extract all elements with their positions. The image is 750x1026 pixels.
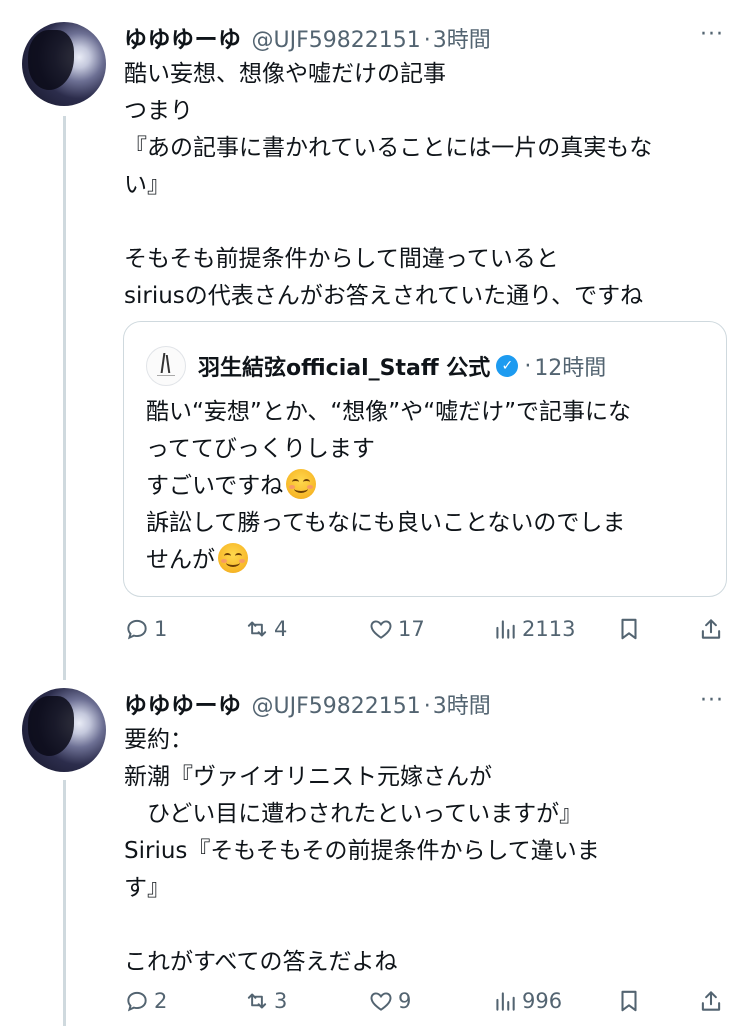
timestamp[interactable]: 3時間 [433, 688, 491, 720]
quoted-display-name: 羽生結弦official_Staff 公式 [198, 356, 491, 381]
share-button[interactable] [698, 616, 728, 642]
timestamp[interactable]: 3時間 [433, 22, 491, 54]
tweet-text-line: そもそも前提条件からして間違っていると [124, 246, 559, 272]
tweet-text: 酷い妄想、想像や嘘だけの記事 つまり 『あの記事に書かれていることには一片の真実… [124, 56, 724, 315]
tweet-text-line: 新潮『ヴァイオリニスト元嫁さんが [124, 764, 492, 790]
tweet-header: ゆゆゆーゆ @UJF59822151 · 3時間 [124, 20, 491, 53]
tweet-text-line: い』 [124, 172, 170, 198]
bookmark-button[interactable] [616, 616, 646, 642]
tweet-text-line: ひどい目に遭わされたといっていますが』 [124, 801, 583, 827]
retweet-count: 4 [274, 617, 288, 641]
bookmark-icon [621, 990, 637, 1012]
view-count: 996 [522, 989, 563, 1013]
views-button[interactable]: 2113 [492, 616, 575, 642]
tweet-text-line: これがすべての答えだよね [124, 949, 398, 975]
more-options-icon[interactable]: ··· [700, 688, 724, 713]
quoted-timestamp: 12時間 [534, 356, 607, 381]
separator-dot: · [423, 694, 431, 719]
tweet[interactable]: ゆゆゆーゆ @UJF59822151 · 3時間 ··· 要約： 新潮『ヴァイオ… [0, 666, 750, 1026]
quoted-tweet-text: 酷い“妄想”とか、“想像”や“嘘だけ”で記事にな っててびっくりします すごいで… [146, 394, 706, 579]
reply-count: 2 [154, 989, 168, 1013]
reply-icon [127, 991, 147, 1012]
quoted-tweet-header: 羽生結弦official_Staff 公式 ✓ · 12時間 [146, 346, 606, 386]
user-handle[interactable]: @UJF59822151 [252, 694, 421, 719]
retweet-icon [247, 993, 267, 1009]
retweet-button[interactable]: 3 [244, 988, 287, 1014]
retweet-icon [247, 621, 267, 637]
smiling-face-emoji-icon [286, 469, 317, 499]
tweet-text-line: 要約： [124, 727, 193, 753]
separator-dot: · [423, 28, 431, 53]
action-bar: 2 3 9 996 [124, 988, 724, 1018]
quoted-text-line: せんが [146, 542, 706, 579]
action-bar: 1 4 17 2113 [124, 616, 724, 646]
quoted-text-line: 訴訟して勝ってもなにも良いことないのでしま [146, 510, 626, 536]
share-button[interactable] [698, 988, 728, 1014]
views-button[interactable]: 996 [492, 988, 562, 1014]
quoted-tweet[interactable]: 羽生結弦official_Staff 公式 ✓ · 12時間 酷い“妄想”とか、… [123, 321, 727, 597]
share-icon [701, 991, 721, 1011]
more-options-icon[interactable]: ··· [700, 22, 724, 47]
tweet[interactable]: ゆゆゆーゆ @UJF59822151 · 3時間 ··· 酷い妄想、想像や嘘だけ… [0, 0, 750, 660]
separator-dot: · [524, 353, 532, 379]
like-button[interactable]: 9 [368, 988, 411, 1014]
heart-icon [370, 992, 392, 1011]
avatar[interactable] [22, 22, 106, 106]
reply-count: 1 [154, 617, 168, 641]
like-button[interactable]: 17 [368, 616, 425, 642]
views-icon [496, 620, 515, 639]
user-handle[interactable]: @UJF59822151 [252, 28, 421, 53]
like-count: 9 [398, 989, 412, 1013]
view-count: 2113 [522, 617, 576, 641]
tweet-text-line: siriusの代表さんがお答えされていた通り、ですね [124, 283, 644, 309]
share-icon [701, 619, 721, 639]
like-count: 17 [398, 617, 425, 641]
reply-button[interactable]: 2 [124, 988, 167, 1014]
tweet-text-line: Sirius『そもそもその前提条件からして違いま [124, 838, 600, 864]
retweet-button[interactable]: 4 [244, 616, 287, 642]
tweet-text: 要約： 新潮『ヴァイオリニスト元嫁さんが ひどい目に遭わされたといっていますが』… [124, 722, 724, 981]
reply-button[interactable]: 1 [124, 616, 167, 642]
quoted-text-span: すごいですね [146, 473, 284, 499]
display-name[interactable]: ゆゆゆーゆ [124, 20, 242, 54]
smiling-face-emoji-icon [218, 543, 248, 573]
tweet-text-line: つまり [124, 98, 193, 124]
heart-icon [370, 620, 392, 639]
tweet-header: ゆゆゆーゆ @UJF59822151 · 3時間 [124, 686, 491, 719]
reply-icon [127, 619, 147, 640]
tweet-text-line: 酷い妄想、想像や嘘だけの記事 [124, 61, 446, 87]
quoted-text-line: っててびっくりします [146, 436, 375, 462]
tweet-text-line [124, 907, 724, 944]
tweet-text-line [124, 204, 724, 241]
bookmark-button[interactable] [616, 988, 646, 1014]
views-icon [496, 992, 515, 1011]
avatar[interactable] [22, 688, 106, 772]
quoted-avatar [146, 346, 186, 386]
quoted-text-span: せんが [146, 547, 215, 573]
verified-badge-icon: ✓ [496, 355, 519, 377]
quoted-text-line: 酷い“妄想”とか、“想像”や“嘘だけ”で記事にな [146, 399, 632, 425]
retweet-count: 3 [274, 989, 288, 1013]
tweet-text-line: す』 [124, 875, 170, 901]
bookmark-icon [621, 618, 637, 640]
display-name[interactable]: ゆゆゆーゆ [124, 686, 242, 720]
quoted-text-line: すごいですね [146, 468, 706, 505]
tweet-text-line: 『あの記事に書かれていることには一片の真実もな [124, 135, 653, 161]
